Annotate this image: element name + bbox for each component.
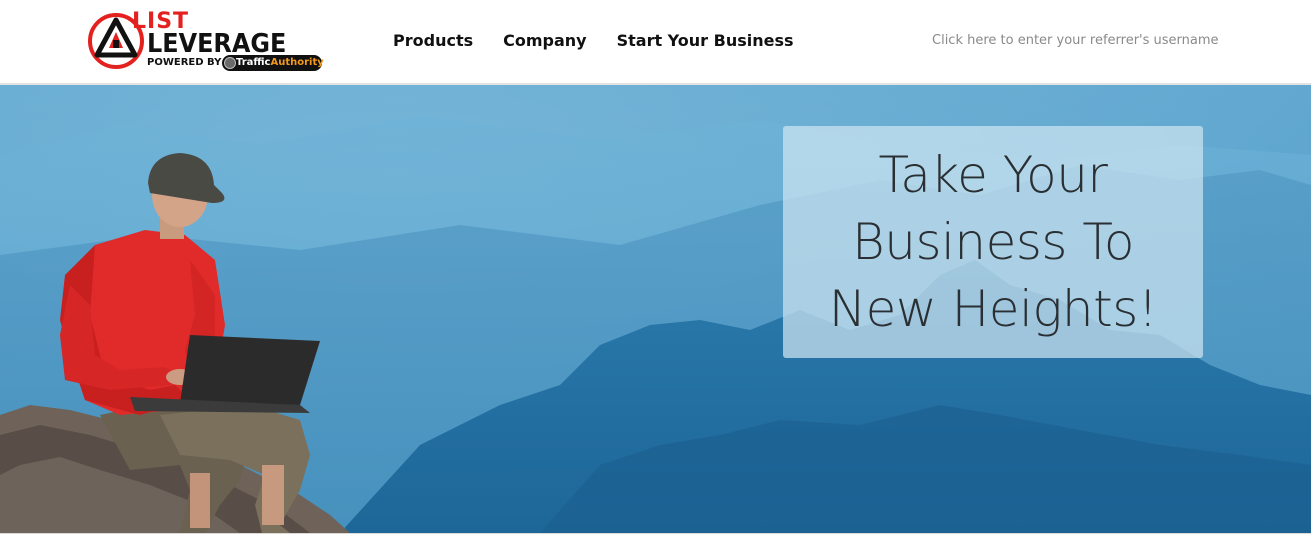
referrer-username-link[interactable]: Click here to enter your referrer's user…	[932, 32, 1219, 50]
partner-badge: TrafficAuthority	[222, 55, 324, 71]
nav-item-start-your-business[interactable]: Start Your Business	[617, 30, 794, 52]
globe-icon	[224, 57, 236, 69]
nav-item-products[interactable]: Products	[393, 30, 473, 52]
hero-headline-panel: Take Your Business To New Heights!	[783, 126, 1203, 358]
site-logo[interactable]: LIST LEVERAGE POWERED BY TrafficAuthorit…	[85, 10, 325, 72]
logo-powered-by: POWERED BY	[147, 57, 222, 68]
hero-headline-line: Take Your	[878, 145, 1108, 204]
hero-headline-line: New Heights!	[828, 279, 1158, 338]
section-divider	[0, 533, 1311, 549]
site-header: LIST LEVERAGE POWERED BY TrafficAuthorit…	[0, 0, 1311, 85]
hero-headline: Take Your Business To New Heights!	[829, 142, 1158, 343]
logo-text-leverage: LEVERAGE	[147, 29, 287, 59]
nav-item-company[interactable]: Company	[503, 30, 586, 52]
partner-prefix: Traffic	[236, 57, 271, 68]
hero-banner: Take Your Business To New Heights!	[0, 85, 1311, 533]
hero-headline-line: Business To	[852, 212, 1134, 271]
partner-suffix: Authority	[270, 57, 324, 68]
main-nav: Products Company Start Your Business	[393, 30, 824, 52]
